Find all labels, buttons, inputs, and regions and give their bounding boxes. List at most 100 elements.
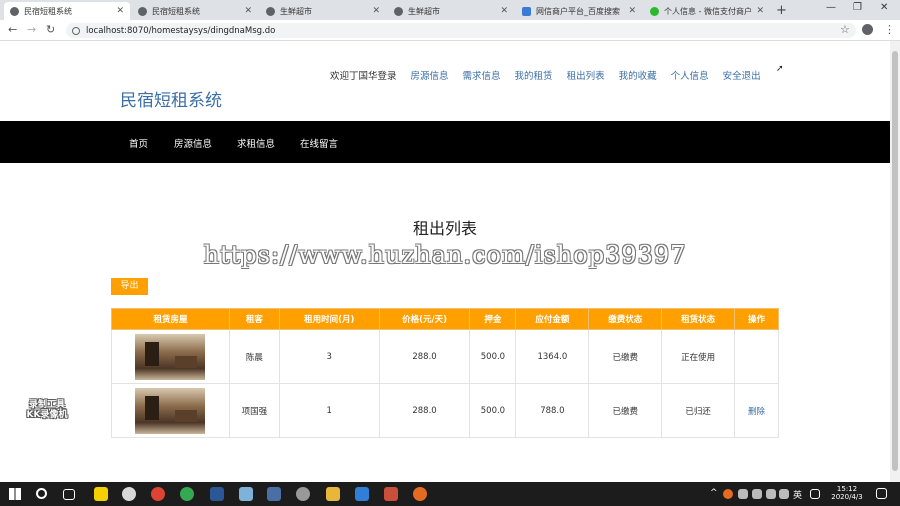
mainnav-home[interactable]: 首页 [129,136,148,150]
forward-icon[interactable]: → [27,23,36,36]
app-icon[interactable] [355,487,369,501]
info-icon[interactable] [72,26,80,35]
windows-start-icon[interactable] [9,488,21,500]
chrome-icon[interactable] [151,487,165,501]
topnav-house-info[interactable]: 房源信息 [411,68,449,82]
browser-tab-bar: 民宿短租系统 ✕ 民宿短租系统 ✕ 生鲜超市 ✕ 生鲜超市 ✕ 网信商户平台_百… [0,0,900,20]
topnav-logout[interactable]: 安全退出 [723,68,761,82]
wechat-icon [650,6,659,16]
browser-tab[interactable]: 生鲜超市 ✕ [260,2,386,20]
action-cell: 删除 [734,383,779,438]
tab-label: 民宿短租系统 [24,6,72,16]
mainnav-message[interactable]: 在线留言 [300,136,338,150]
tab-label: 个人信息 - 微信支付商户平台 [664,6,752,16]
close-window-icon[interactable]: ✕ [880,2,888,13]
close-icon[interactable]: ✕ [244,6,252,16]
globe-icon [10,6,19,16]
recorder-app-icon[interactable] [413,487,427,501]
app-icon[interactable] [239,487,253,501]
close-icon[interactable]: ✕ [500,6,508,16]
restore-icon[interactable]: ❐ [853,2,862,13]
baidu-icon [522,6,531,16]
tab-label: 民宿短租系统 [152,6,200,16]
months-cell: 3 [278,329,380,384]
word-icon[interactable] [210,487,224,501]
chevron-up-icon[interactable]: ^ [710,488,718,499]
task-view-icon[interactable] [63,489,75,500]
taskbar: ^ 英 15:12 2020/4/3 [0,482,900,506]
minimize-icon[interactable]: — [826,2,836,13]
ime-icon[interactable] [810,489,820,499]
close-icon[interactable]: ✕ [116,6,124,16]
topnav-rent-out-list[interactable]: 租出列表 [567,68,605,82]
tray-app-icon[interactable] [723,489,733,499]
bookmark-star-icon[interactable]: ☆ [840,23,850,36]
folder-icon[interactable] [326,487,340,501]
table-row: 陈晨 3 288.0 500.0 1364.0 已缴费 正在使用 [111,329,779,384]
browser-tab[interactable]: 民宿短租系统 ✕ [4,2,130,20]
rent-out-table: 租赁房屋 租客 租用时间(月) 价格(元/天) 押金 应付金额 缴费状态 租赁状… [111,308,779,438]
globe-icon [266,6,275,16]
page-title: 租出列表 [412,219,477,238]
globe-icon [394,6,403,16]
close-icon[interactable]: ✕ [372,6,380,16]
tray-app-icon[interactable] [738,489,748,499]
house-thumbnail[interactable] [135,333,206,380]
url-field[interactable]: localhost:8070/homestaysys/dingdnaMsg.do [66,23,856,38]
browser-tab[interactable]: 网信商户平台_百度搜索 ✕ [516,2,642,20]
mainnav-house-info[interactable]: 房源信息 [174,136,212,150]
account-icon[interactable] [862,24,873,35]
settings-icon[interactable] [296,487,310,501]
notification-icon[interactable] [876,488,887,499]
app-icon[interactable] [267,487,281,501]
page-scrollbar[interactable] [890,41,900,482]
browser-app-icon[interactable] [180,487,194,501]
export-button[interactable]: 导出 [111,278,148,295]
reload-icon[interactable]: ↻ [46,23,55,36]
browser-tab[interactable]: 生鲜超市 ✕ [388,2,514,20]
sticky-notes-icon[interactable] [94,487,108,501]
app-icon[interactable] [384,487,398,501]
topnav-profile[interactable]: 个人信息 [671,68,709,82]
browser-tab[interactable]: 个人信息 - 微信支付商户平台 ✕ [644,2,770,20]
mainnav-rent-request[interactable]: 求租信息 [237,136,275,150]
house-thumbnail[interactable] [135,387,206,434]
house-cell [111,383,230,438]
main-nav: 首页 房源信息 求租信息 在线留言 [0,121,890,163]
clock-time: 15:12 [836,485,858,493]
pay-status-cell: 已缴费 [588,329,663,384]
recorder-watermark: 录制工具 KK录像机 [16,400,78,421]
browser-tab[interactable]: 民宿短租系统 ✕ [132,2,258,20]
watermark-text: https://www.huzhan.com/ishop39397 [203,241,687,269]
volume-icon[interactable] [779,489,789,499]
close-icon[interactable]: ✕ [756,6,764,16]
network-icon[interactable] [766,489,776,499]
topnav-favorites[interactable]: 我的收藏 [619,68,657,82]
input-language[interactable]: 英 [793,488,802,501]
col-tenant: 租客 [228,308,280,330]
months-cell: 1 [278,383,380,438]
url-text: localhost:8070/homestaysys/dingdnaMsg.do [86,25,276,36]
battery-icon[interactable] [752,489,762,499]
scrollbar-thumb[interactable] [892,51,898,471]
tab-label: 网信商户平台_百度搜索 [536,6,620,16]
new-tab-button[interactable]: + [776,3,787,18]
deposit-cell: 500.0 [469,383,517,438]
tab-label: 生鲜超市 [280,6,312,16]
delete-link[interactable]: 删除 [748,407,765,417]
topnav-my-rentals[interactable]: 我的租赁 [515,68,553,82]
close-icon[interactable]: ✕ [628,6,636,16]
page-viewport: 欢迎丁国华登录 房源信息 需求信息 我的租赁 租出列表 我的收藏 个人信息 安全… [0,41,890,482]
col-amount: 应付金额 [515,308,590,330]
tenant-cell: 陈晨 [228,329,280,384]
back-icon[interactable]: ← [8,23,17,36]
globe-icon [138,6,147,16]
menu-icon[interactable]: ⋮ [884,23,895,36]
clock[interactable]: 15:12 2020/4/3 [830,485,864,502]
topnav-demand-info[interactable]: 需求信息 [463,68,501,82]
search-icon[interactable] [36,488,47,499]
top-nav: 欢迎丁国华登录 房源信息 需求信息 我的租赁 租出列表 我的收藏 个人信息 安全… [330,68,761,82]
tab-label: 生鲜超市 [408,6,440,16]
app-icon[interactable] [122,487,136,501]
pay-status-cell: 已缴费 [588,383,663,438]
